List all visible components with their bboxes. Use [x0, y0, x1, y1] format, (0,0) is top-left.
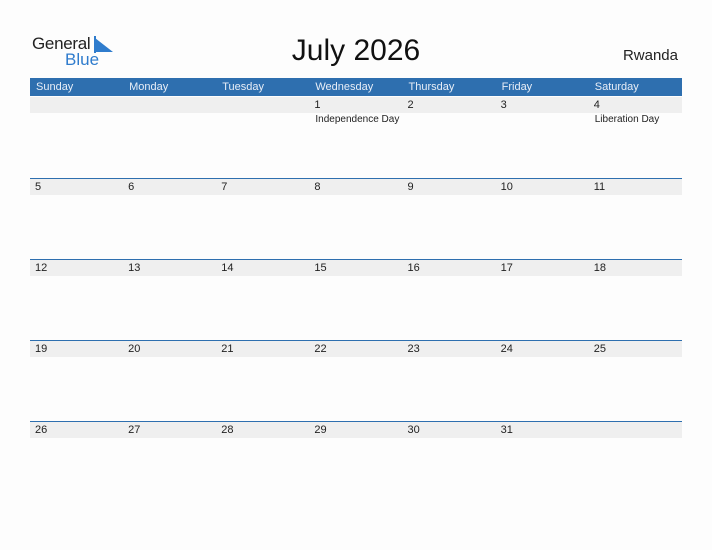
day-number	[30, 97, 123, 113]
day-number: 9	[407, 181, 414, 193]
holiday-label	[496, 113, 589, 127]
day-number: 24	[500, 343, 513, 355]
holiday-label	[30, 113, 123, 127]
weekday-wednesday: Wednesday	[315, 81, 374, 93]
day-number: 10	[500, 181, 513, 193]
date-band: 19 20 21 22 23 24 25	[30, 341, 682, 357]
day-number: 30	[407, 424, 420, 436]
day-number: 20	[128, 343, 141, 355]
weekday-tuesday: Tuesday	[222, 81, 265, 93]
day-number: 25	[593, 343, 606, 355]
day-number: 27	[128, 424, 141, 436]
date-band: 26 27 28 29 30 31	[30, 422, 682, 438]
day-number: 19	[35, 343, 48, 355]
day-number: 5	[35, 181, 42, 193]
day-number	[123, 97, 216, 113]
weekday-sunday: Sunday	[36, 81, 74, 93]
holiday-row: Independence Day Liberation Day	[30, 113, 682, 127]
day-number	[589, 422, 682, 438]
day-number: 18	[593, 262, 606, 274]
country-label: Rwanda	[622, 47, 678, 64]
day-number: 11	[593, 181, 606, 193]
day-number: 15	[314, 262, 327, 274]
week-row: 19 20 21 22 23 24 25	[30, 340, 682, 357]
holiday-label	[123, 113, 216, 127]
day-number: 29	[314, 424, 327, 436]
day-number: 3	[500, 99, 507, 111]
day-number: 6	[128, 181, 135, 193]
weekday-header: Sunday Monday Tuesday Wednesday Thursday…	[30, 78, 682, 96]
date-band: 5 6 7 8 9 10 11	[30, 179, 682, 195]
day-number: 14	[221, 262, 234, 274]
weekday-friday: Friday	[501, 81, 533, 93]
holiday-label: Liberation Day	[594, 114, 660, 125]
holiday-label	[403, 113, 496, 127]
date-band: 1 2 3 4	[30, 97, 682, 113]
day-number: 4	[593, 99, 600, 111]
day-number: 12	[35, 262, 48, 274]
day-number: 22	[314, 343, 327, 355]
holiday-label: Independence Day	[315, 114, 400, 125]
day-number: 13	[128, 262, 141, 274]
day-number: 21	[221, 343, 234, 355]
day-number: 16	[407, 262, 420, 274]
week-row: 26 27 28 29 30 31	[30, 421, 682, 438]
weekday-thursday: Thursday	[408, 81, 455, 93]
day-number: 28	[221, 424, 234, 436]
holiday-label	[216, 113, 309, 127]
week-row: 12 13 14 15 16 17 18	[30, 259, 682, 276]
day-number: 17	[500, 262, 513, 274]
week-row: 1 2 3 4 Independence Day Liberation Day	[30, 97, 682, 127]
day-number: 26	[35, 424, 48, 436]
day-number: 2	[407, 99, 414, 111]
day-number: 23	[407, 343, 420, 355]
day-number: 7	[221, 181, 228, 193]
weekday-saturday: Saturday	[594, 81, 639, 93]
day-number: 8	[314, 181, 321, 193]
day-number	[216, 97, 309, 113]
week-row: 5 6 7 8 9 10 11	[30, 178, 682, 195]
day-number: 31	[500, 424, 513, 436]
weekday-monday: Monday	[129, 81, 169, 93]
date-band: 12 13 14 15 16 17 18	[30, 260, 682, 276]
page-title: July 2026	[291, 34, 421, 67]
day-number: 1	[314, 99, 321, 111]
